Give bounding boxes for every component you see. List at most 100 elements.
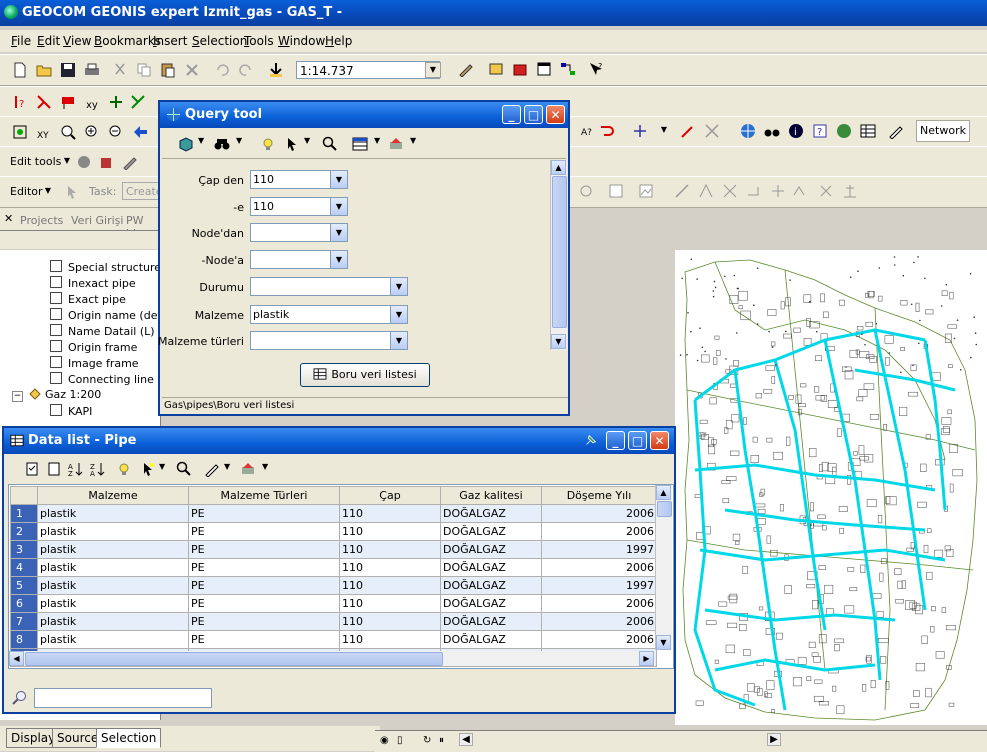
scroll-thumb[interactable] [657,501,672,517]
info-icon[interactable]: i [788,123,804,139]
database-cube-icon[interactable] [178,136,194,152]
trace-segment-icon[interactable] [842,183,858,199]
snap-dropdown-arrow[interactable]: ▼ [656,123,672,139]
edit-records-icon[interactable] [204,461,220,477]
model-builder-icon[interactable] [560,61,576,77]
panel-close-icon[interactable]: ✕ [4,212,13,225]
dropdown-arrow-icon[interactable]: ▼ [330,171,347,188]
refresh-icon[interactable]: ↻ [423,735,431,746]
zoom-to-icon[interactable] [176,461,192,477]
report-dropdown-arrow[interactable]: ▼ [410,136,416,145]
rotate-icon[interactable] [578,183,594,199]
lightbulb-icon[interactable] [116,461,132,477]
toc-layer-special-structure[interactable]: Special structure (a [50,260,176,274]
scroll-thumb[interactable] [552,176,567,328]
sketch-properties-icon[interactable] [638,183,654,199]
layer-checkbox[interactable] [50,276,62,288]
cross-tool-icon[interactable] [704,123,720,139]
pin-icon[interactable] [584,433,598,447]
table-row[interactable]: 5 plastik PE 110 DOĞALGAZ 1997 [10,576,657,595]
row-number[interactable]: 8 [10,630,38,649]
layer-checkbox[interactable] [50,292,62,304]
grid-horizontal-scrollbar[interactable]: ◀ ▶ [9,651,655,666]
durumu-select[interactable]: ▼ [250,277,408,296]
toc-layer-exact-pipe[interactable]: Exact pipe [50,292,126,306]
hyperlink-globe-icon[interactable] [836,123,852,139]
boru-veri-listesi-button[interactable]: Boru veri listesi [300,363,430,387]
scroll-right-arrow[interactable]: ▶ [639,651,654,666]
scroll-up-arrow[interactable]: ▲ [551,160,566,175]
window-icon[interactable] [536,61,552,77]
menu-help[interactable]: Help [325,34,352,48]
menu-file[interactable]: File [11,34,31,48]
dropdown-arrow-icon[interactable]: ▼ [390,278,407,295]
xy-coordinate-icon[interactable]: xy [84,94,100,110]
tab-selection[interactable]: Selection [96,728,162,748]
clear-selection-icon[interactable] [46,461,62,477]
table-row[interactable]: 4 plastik PE 110 DOĞALGAZ 2006 [10,558,657,577]
report-dropdown-arrow[interactable]: ▼ [262,462,268,471]
sort-ascending-icon[interactable]: AZ [68,461,84,477]
select-feature-icon[interactable] [140,461,156,477]
column-header-cap[interactable]: Çap [339,486,441,505]
trace-icon[interactable] [36,94,52,110]
table-row[interactable]: 6 plastik PE 110 DOĞALGAZ 2006 [10,594,657,613]
layer-checkbox[interactable] [50,404,62,416]
editor-menu[interactable]: Editor [10,185,43,198]
toc-layer-image-frame[interactable]: Image frame [50,356,139,370]
select-dropdown-arrow[interactable]: ▼ [159,462,165,471]
scale-dropdown-arrow[interactable]: ▼ [425,62,441,78]
table-row[interactable]: 7 plastik PE 110 DOĞALGAZ 2006 [10,612,657,631]
layer-checkbox[interactable] [50,308,62,320]
distance-icon[interactable] [792,183,808,199]
menu-insert[interactable]: Insert [153,34,187,48]
map-canvas[interactable] [675,250,987,725]
snap-arrow-icon[interactable] [632,123,648,139]
open-folder-icon[interactable] [36,62,52,78]
toc-layer-name-detail[interactable]: Name Datail (L) [50,324,155,338]
editor-toolbar-icon[interactable] [458,61,474,77]
intersection-icon[interactable] [818,183,834,199]
table-icon[interactable] [860,123,876,139]
data-list-title-bar[interactable]: Data list - Pipe _ □ ✕ [4,428,674,454]
add-data-icon[interactable] [268,62,284,78]
binoculars-dropdown-arrow[interactable]: ▼ [236,136,242,145]
editor-dropdown[interactable]: ▼ [40,184,56,200]
print-report-icon[interactable] [388,136,404,152]
find-binoculars-icon[interactable] [764,123,780,139]
dropdown-arrow-icon[interactable]: ▼ [390,306,407,323]
select-arrow-icon[interactable] [284,136,300,152]
maximize-button[interactable]: □ [524,105,543,124]
scroll-right-arrow[interactable]: ▶ [767,733,781,746]
identify-ap-icon[interactable]: A? [580,123,596,139]
row-number[interactable]: 4 [10,558,38,577]
menu-view[interactable]: View [63,34,91,48]
zoom-in-icon[interactable] [84,124,100,140]
table-dropdown-arrow[interactable]: ▼ [374,136,380,145]
tab-projects[interactable]: Projects [20,214,63,227]
filter-input[interactable] [34,688,212,708]
query-tool-title-bar[interactable]: Query tool _ □ ✕ [160,102,568,128]
dropdown-arrow-icon[interactable]: ▼ [330,224,347,241]
tab-veri-girisi[interactable]: Veri Girişi [71,214,123,227]
row-number[interactable]: 5 [10,576,38,595]
layer-checkbox[interactable] [50,372,62,384]
scroll-thumb[interactable] [25,652,443,666]
toc-layer-origin-frame[interactable]: Origin frame [50,340,137,354]
row-number[interactable]: 2 [10,522,38,541]
menu-bookmarks[interactable]: Bookmarks [94,34,161,48]
edit-tools-label[interactable]: Edit tools [10,155,61,168]
catalog-icon[interactable] [488,61,504,77]
layout-view-icon[interactable]: ▯ [397,735,403,746]
whats-this-icon[interactable]: ? [588,61,604,77]
toc-layer-kapi[interactable]: KAPI [50,404,92,418]
cap-den-select[interactable]: 110 ▼ [250,170,348,189]
back-extent-icon[interactable] [132,124,148,140]
undo-icon[interactable] [214,62,230,78]
dropdown-arrow-icon[interactable]: ▼ [330,251,347,268]
scroll-left-arrow[interactable]: ◀ [459,733,473,746]
cut-icon[interactable] [112,62,128,78]
close-button[interactable]: ✕ [546,105,565,124]
query-help-icon[interactable]: ? [812,123,828,139]
menu-selection[interactable]: Selection [192,34,247,48]
